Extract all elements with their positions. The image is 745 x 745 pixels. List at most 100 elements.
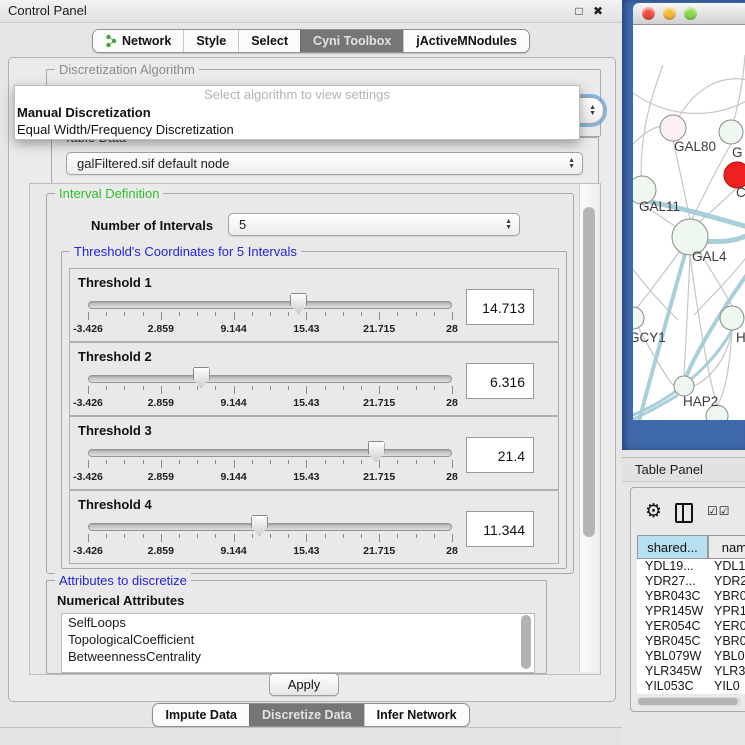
- network-edge[interactable]: [684, 255, 690, 376]
- threshold-panel-4: Threshold 4 -3.4262.8599.14415.4321.7152…: [69, 490, 559, 564]
- table-row[interactable]: YIL053CYIL0: [637, 679, 745, 694]
- slider-tick-mark: [215, 386, 216, 390]
- minimize-traffic-light-icon[interactable]: [663, 7, 676, 20]
- attribute-list-item[interactable]: SelfLoops: [62, 614, 534, 631]
- network-edge[interactable]: [633, 318, 674, 386]
- table-row[interactable]: YPR145WYPR1: [637, 604, 745, 619]
- tab-impute-data[interactable]: Impute Data: [153, 704, 249, 726]
- network-edge[interactable]: [633, 85, 745, 114]
- dropdown-option-equal-width[interactable]: Equal Width/Frequency Discretization: [15, 121, 579, 138]
- table-cell[interactable]: YLR3: [708, 664, 745, 679]
- network-graph[interactable]: GAL80GCGAL11GAL4GCY1HHAP2: [633, 25, 745, 420]
- network-edge[interactable]: [690, 255, 717, 405]
- tab-network[interactable]: Network: [93, 30, 183, 52]
- network-node[interactable]: [633, 307, 644, 329]
- numerical-attributes-list[interactable]: SelfLoopsTopologicalCoefficientBetweenne…: [61, 613, 535, 673]
- network-edge-highlighted[interactable]: [633, 395, 678, 420]
- settings-scrollbar-thumb[interactable]: [583, 207, 595, 537]
- column-header-name[interactable]: name: [708, 535, 745, 559]
- slider-tick-mark: [434, 460, 435, 464]
- threshold-slider[interactable]: -3.4262.8599.14415.4321.71528: [88, 369, 452, 413]
- threshold-value-field[interactable]: 11.344: [466, 511, 534, 547]
- table-cell[interactable]: YER054C: [637, 619, 708, 634]
- table-cell[interactable]: YBR0: [708, 589, 745, 604]
- network-edge[interactable]: [691, 144, 731, 221]
- apply-button[interactable]: Apply: [269, 673, 339, 696]
- network-node[interactable]: [719, 120, 743, 144]
- slider-track[interactable]: [88, 375, 452, 383]
- threshold-value-field[interactable]: 14.713: [466, 289, 534, 325]
- column-header-shared-name[interactable]: shared...: [637, 535, 708, 559]
- threshold-value-field[interactable]: 21.4: [466, 437, 534, 473]
- table-cell[interactable]: YPR1: [708, 604, 745, 619]
- table-row[interactable]: YDL19...YDL1: [637, 559, 745, 574]
- table-data-combo[interactable]: galFiltered.sif default node ▲▼: [66, 152, 583, 175]
- table-hscrollbar-thumb[interactable]: [638, 698, 738, 705]
- threshold-label: Threshold 4: [78, 497, 152, 512]
- table-hscrollbar[interactable]: [637, 697, 741, 706]
- slider-track[interactable]: [88, 449, 452, 457]
- network-canvas[interactable]: GAL80GCGAL11GAL4GCY1HHAP2: [633, 25, 745, 420]
- network-edge-highlighted[interactable]: [703, 235, 745, 242]
- table-cell[interactable]: YLR345W: [637, 664, 708, 679]
- table-cell[interactable]: YPR145W: [637, 604, 708, 619]
- table-row[interactable]: YBR043CYBR0: [637, 589, 745, 604]
- network-node[interactable]: [720, 306, 744, 330]
- table-cell[interactable]: YBR043C: [637, 589, 708, 604]
- table-cell[interactable]: YBR045C: [637, 634, 708, 649]
- settings-scrollbar[interactable]: [579, 184, 599, 672]
- threshold-slider[interactable]: -3.4262.8599.14415.4321.71528: [88, 443, 452, 487]
- table-cell[interactable]: YBL079W: [637, 649, 708, 664]
- tab-select[interactable]: Select: [238, 30, 300, 52]
- split-pane-icon[interactable]: [675, 503, 693, 523]
- num-intervals-combo[interactable]: 5 ▲▼: [228, 213, 520, 236]
- slider-track[interactable]: [88, 301, 452, 309]
- slider-thumb[interactable]: [251, 515, 268, 536]
- network-node[interactable]: [674, 376, 694, 396]
- tab-infer-network[interactable]: Infer Network: [364, 704, 469, 726]
- slider-tick-mark: [161, 460, 162, 468]
- table-cell[interactable]: YDR2: [708, 574, 745, 589]
- float-icon[interactable]: □: [570, 0, 588, 22]
- table-row[interactable]: YBL079WYBL0: [637, 649, 745, 664]
- attribute-list-item[interactable]: BetweennessCentrality: [62, 648, 534, 665]
- table-header-row[interactable]: shared...name: [637, 535, 745, 559]
- table-cell[interactable]: YDL1: [708, 559, 745, 574]
- slider-tick-mark: [361, 460, 362, 464]
- close-traffic-light-icon[interactable]: [642, 7, 655, 20]
- slider-track[interactable]: [88, 523, 452, 531]
- tab-cyni-toolbox[interactable]: Cyni Toolbox: [300, 30, 403, 52]
- list-scrollbar[interactable]: [521, 615, 531, 669]
- node-table[interactable]: shared...name YDL19...YDL1YDR27...YDR2YB…: [637, 535, 745, 694]
- table-row[interactable]: YER054CYER0: [637, 619, 745, 634]
- attribute-list-item[interactable]: TopologicalCoefficient: [62, 631, 534, 648]
- table-cell[interactable]: YIL053C: [637, 679, 708, 694]
- slider-tick-mark: [306, 386, 307, 394]
- gear-icon[interactable]: ⚙: [645, 500, 662, 524]
- table-cell[interactable]: YBL0: [708, 649, 745, 664]
- table-cell[interactable]: YBR0: [708, 634, 745, 649]
- threshold-slider[interactable]: -3.4262.8599.14415.4321.71528: [88, 295, 452, 339]
- network-window-titlebar[interactable]: [633, 3, 745, 25]
- slider-thumb[interactable]: [193, 367, 210, 388]
- slider-thumb[interactable]: [368, 441, 385, 462]
- table-row[interactable]: YBR045CYBR0: [637, 634, 745, 649]
- close-icon[interactable]: ✖: [589, 0, 607, 22]
- threshold-value-field[interactable]: 6.316: [466, 363, 534, 399]
- table-row[interactable]: YLR345WYLR3: [637, 664, 745, 679]
- slider-thumb[interactable]: [290, 293, 307, 314]
- table-cell[interactable]: YDL19...: [637, 559, 708, 574]
- threshold-slider[interactable]: -3.4262.8599.14415.4321.71528: [88, 517, 452, 561]
- tab-style[interactable]: Style: [183, 30, 238, 52]
- dropdown-option-manual[interactable]: Manual Discretization: [15, 104, 579, 121]
- zoom-traffic-light-icon[interactable]: [684, 7, 697, 20]
- checkbox-icons[interactable]: ☑☑: [707, 504, 731, 518]
- table-cell[interactable]: YER0: [708, 619, 745, 634]
- table-row[interactable]: YDR27...YDR2: [637, 574, 745, 589]
- network-node[interactable]: [660, 115, 686, 141]
- table-cell[interactable]: YIL0: [708, 679, 745, 694]
- tab-discretize-data[interactable]: Discretize Data: [249, 704, 364, 726]
- tab-jactivemnodules[interactable]: jActiveMNodules: [403, 30, 529, 52]
- table-rows[interactable]: YDL19...YDL1YDR27...YDR2YBR043CYBR0YPR14…: [637, 559, 745, 694]
- table-cell[interactable]: YDR27...: [637, 574, 708, 589]
